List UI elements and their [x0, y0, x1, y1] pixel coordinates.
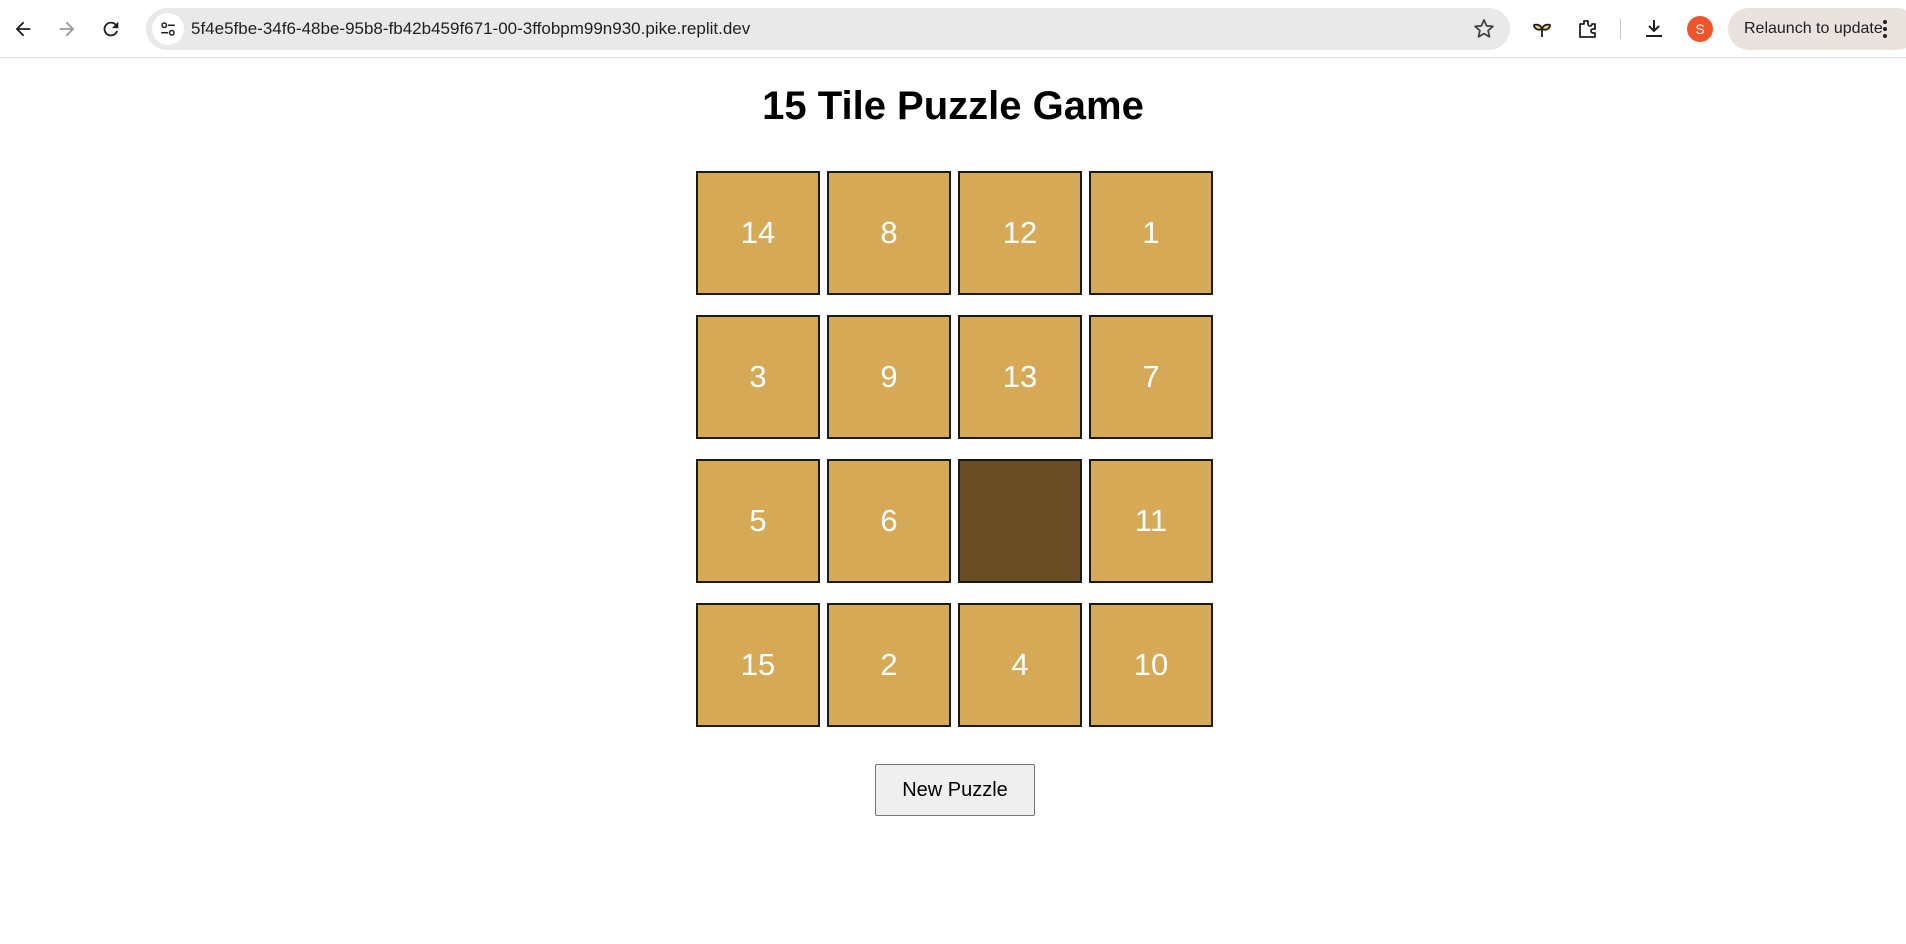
back-button[interactable] [4, 10, 42, 48]
puzzle-tile[interactable]: 5 [696, 459, 820, 583]
site-info-icon [161, 22, 175, 36]
url-text[interactable]: 5f4e5fbe-34f6-48be-95b8-fb42b459f671-00-… [191, 19, 750, 39]
new-puzzle-button[interactable]: New Puzzle [875, 764, 1035, 816]
back-icon [15, 21, 31, 37]
relaunch-button[interactable]: Relaunch to update [1728, 8, 1906, 50]
download-icon [1646, 20, 1662, 37]
page-title: 15 Tile Puzzle Game [762, 84, 1144, 128]
address-bar[interactable]: 5f4e5fbe-34f6-48be-95b8-fb42b459f671-00-… [146, 8, 1510, 50]
empty-tile[interactable] [958, 459, 1082, 583]
puzzle-board: 14 8 12 1 3 9 13 7 5 6 11 15 2 4 10 [696, 171, 1214, 727]
relaunch-label: Relaunch to update [1744, 20, 1883, 37]
puzzle-tile[interactable]: 11 [1089, 459, 1213, 583]
puzzle-tile[interactable]: 13 [958, 315, 1082, 439]
download-button[interactable] [1640, 15, 1668, 43]
puzzle-tile[interactable]: 12 [958, 171, 1082, 295]
toolbar-separator [1620, 19, 1621, 39]
sprout-extension-button[interactable] [1528, 15, 1556, 43]
puzzle-tile[interactable]: 1 [1089, 171, 1213, 295]
puzzle-tile[interactable]: 4 [958, 603, 1082, 727]
forward-button[interactable] [48, 10, 86, 48]
puzzle-tile[interactable]: 3 [696, 315, 820, 439]
puzzle-tile[interactable]: 15 [696, 603, 820, 727]
star-icon[interactable] [1472, 17, 1496, 41]
puzzle-tile[interactable]: 10 [1089, 603, 1213, 727]
puzzle-tile[interactable]: 8 [827, 171, 951, 295]
sprout-icon [1533, 23, 1551, 37]
puzzle-tile[interactable]: 2 [827, 603, 951, 727]
puzzle-tile[interactable]: 14 [696, 171, 820, 295]
browser-toolbar: 5f4e5fbe-34f6-48be-95b8-fb42b459f671-00-… [0, 0, 1906, 58]
more-icon[interactable] [1882, 19, 1888, 39]
site-info-button[interactable] [152, 13, 184, 45]
extensions-icon [1579, 20, 1596, 38]
extensions-button[interactable] [1573, 15, 1601, 43]
puzzle-tile[interactable]: 6 [827, 459, 951, 583]
puzzle-tile[interactable]: 9 [827, 315, 951, 439]
reload-button[interactable] [92, 10, 130, 48]
puzzle-tile[interactable]: 7 [1089, 315, 1213, 439]
reload-icon [103, 21, 119, 37]
forward-icon [59, 21, 75, 37]
profile-avatar[interactable]: S [1687, 16, 1713, 42]
